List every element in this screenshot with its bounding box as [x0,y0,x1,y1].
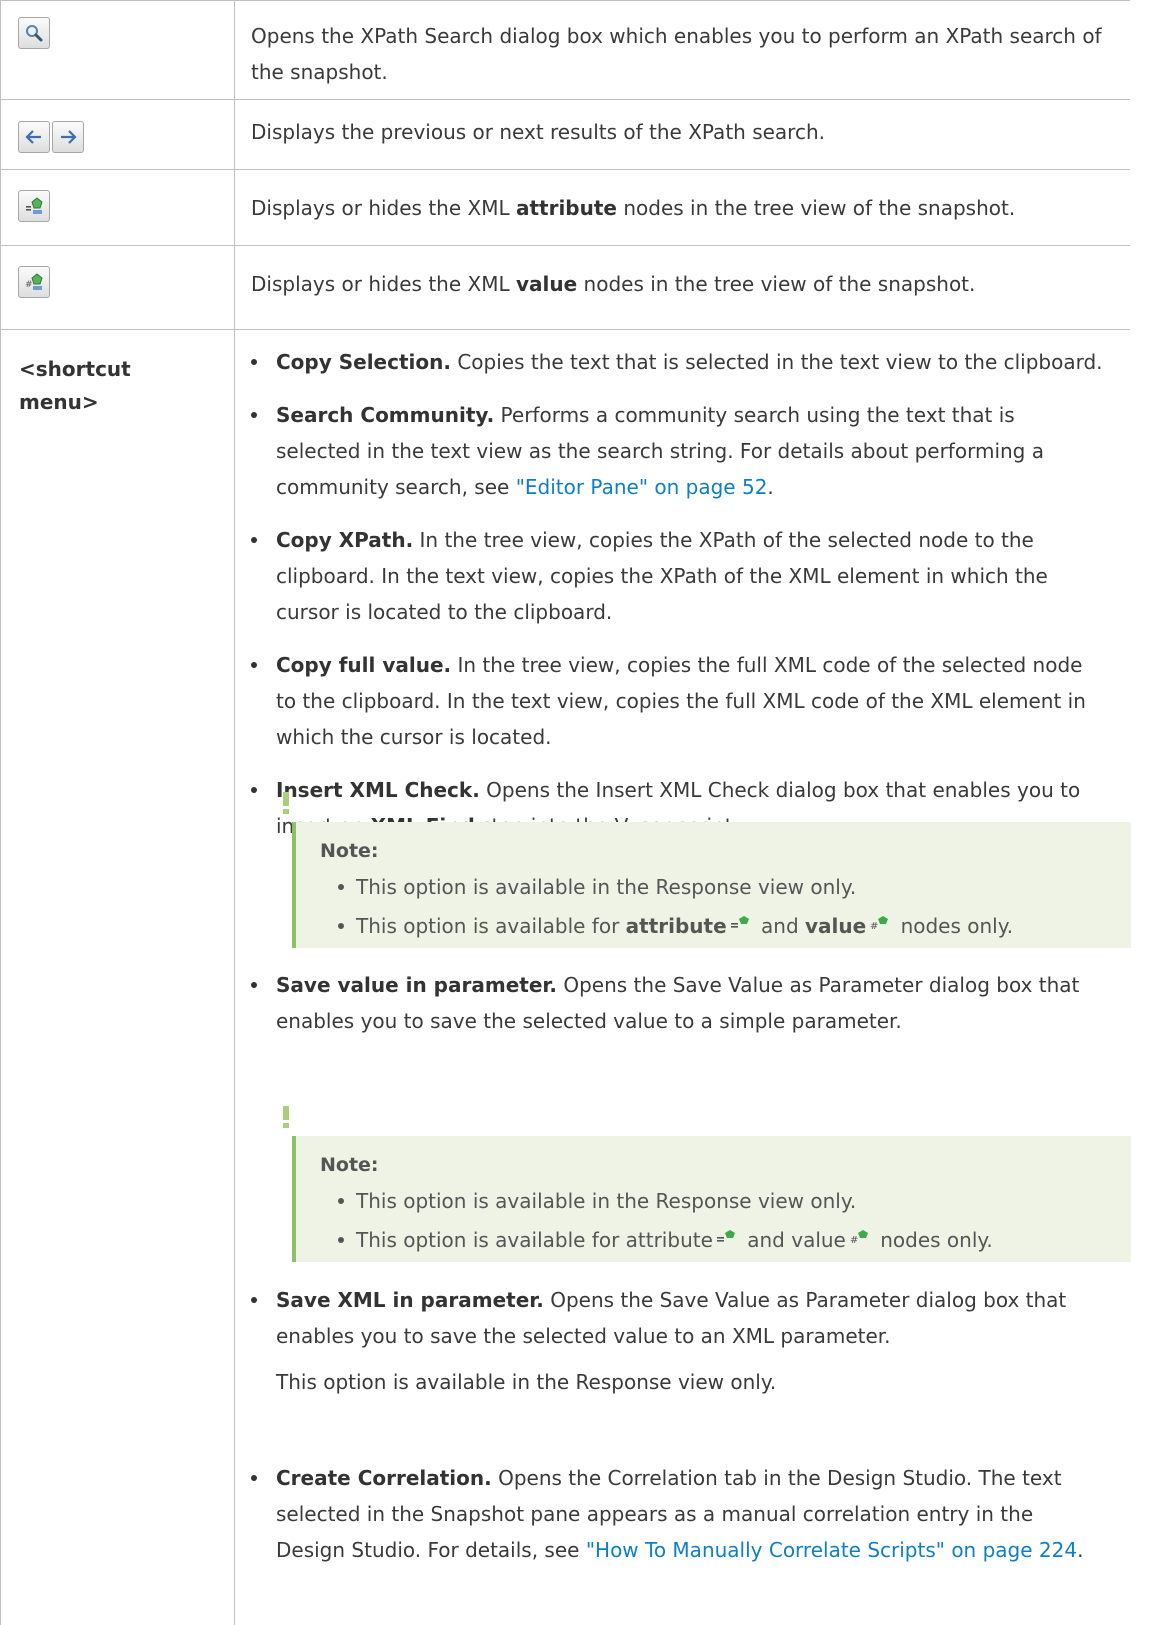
list-item-copy-selection: Copy Selection. Copies the text that is … [251,344,1131,380]
note-box: Note: This option is available in the Re… [283,792,1131,948]
bullet [251,537,257,543]
previous-result-button[interactable] [18,121,50,153]
list-item-copy-xpath: Copy XPath. In the tree view, copies the… [251,522,1131,630]
list-item-create-correlation: Create Correlation. Opens the Correlatio… [251,1460,1131,1568]
value-node-icon: # [850,1230,868,1245]
attribute-node-icon [716,1230,735,1242]
magnifier-icon [26,25,43,42]
shortcut-table: Opens the XPath Search dialog box which … [0,0,1165,1625]
search-description: Opens the XPath Search dialog box which … [251,24,1102,84]
row-divider [0,99,1130,100]
note-item: This option is available for attribute a… [338,911,1013,941]
note-title: Note: [320,840,379,862]
bullet [251,412,257,418]
right-arrow-icon [61,130,77,144]
bullet [251,1475,257,1481]
list-item-search-community: Search Community. Performs a community s… [251,397,1131,505]
note-marker-icon [283,792,289,814]
column-divider [234,0,235,1625]
row-divider [0,169,1130,170]
bullet [251,359,257,365]
svg-text:#: # [870,921,878,931]
table-left-border [0,0,1,1625]
row-divider [0,245,1130,246]
bullet [251,982,257,988]
toggle-value-nodes-button[interactable]: # [18,266,50,298]
attribute-node-icon [730,916,749,928]
row-divider [0,0,1130,1]
value-description: Displays or hides the XML value nodes in… [251,272,976,296]
list-item-save-xml-in-parameter: Save XML in parameter. Opens the Save Va… [251,1282,1131,1400]
note-item: This option is available in the Response… [338,1186,856,1216]
left-arrow-icon [25,130,41,144]
bullet [251,787,257,793]
note-item: This option is available for attribute a… [338,1225,993,1255]
note-marker-icon [283,1106,289,1128]
list-item-save-value-in-parameter: Save value in parameter. Opens the Save … [251,967,1131,1039]
value-nodes-icon: # [25,273,43,290]
svg-text:#: # [25,280,33,290]
note-title: Note: [320,1154,379,1176]
value-node-icon: # [870,916,889,931]
note-box: Note: This option is available in the Re… [283,1106,1131,1262]
bullet [251,662,257,668]
next-result-button[interactable] [52,121,84,153]
editor-pane-link[interactable]: "Editor Pane" on page 52 [516,475,768,499]
toggle-attribute-nodes-button[interactable] [18,190,50,222]
svg-text:#: # [850,1235,858,1245]
manual-correlate-link[interactable]: "How To Manually Correlate Scripts" on p… [586,1538,1077,1562]
row-divider [0,329,1130,330]
xpath-search-button[interactable] [18,17,50,49]
nav-description: Displays the previous or next results of… [251,120,825,144]
note-item: This option is available in the Response… [338,872,856,902]
attribute-nodes-icon [26,197,43,214]
attribute-description: Displays or hides the XML attribute node… [251,196,1016,220]
list-item-copy-full-value: Copy full value. In the tree view, copie… [251,647,1131,755]
shortcut-menu-label: <shortcut menu> [19,357,131,414]
bullet [251,1297,257,1303]
